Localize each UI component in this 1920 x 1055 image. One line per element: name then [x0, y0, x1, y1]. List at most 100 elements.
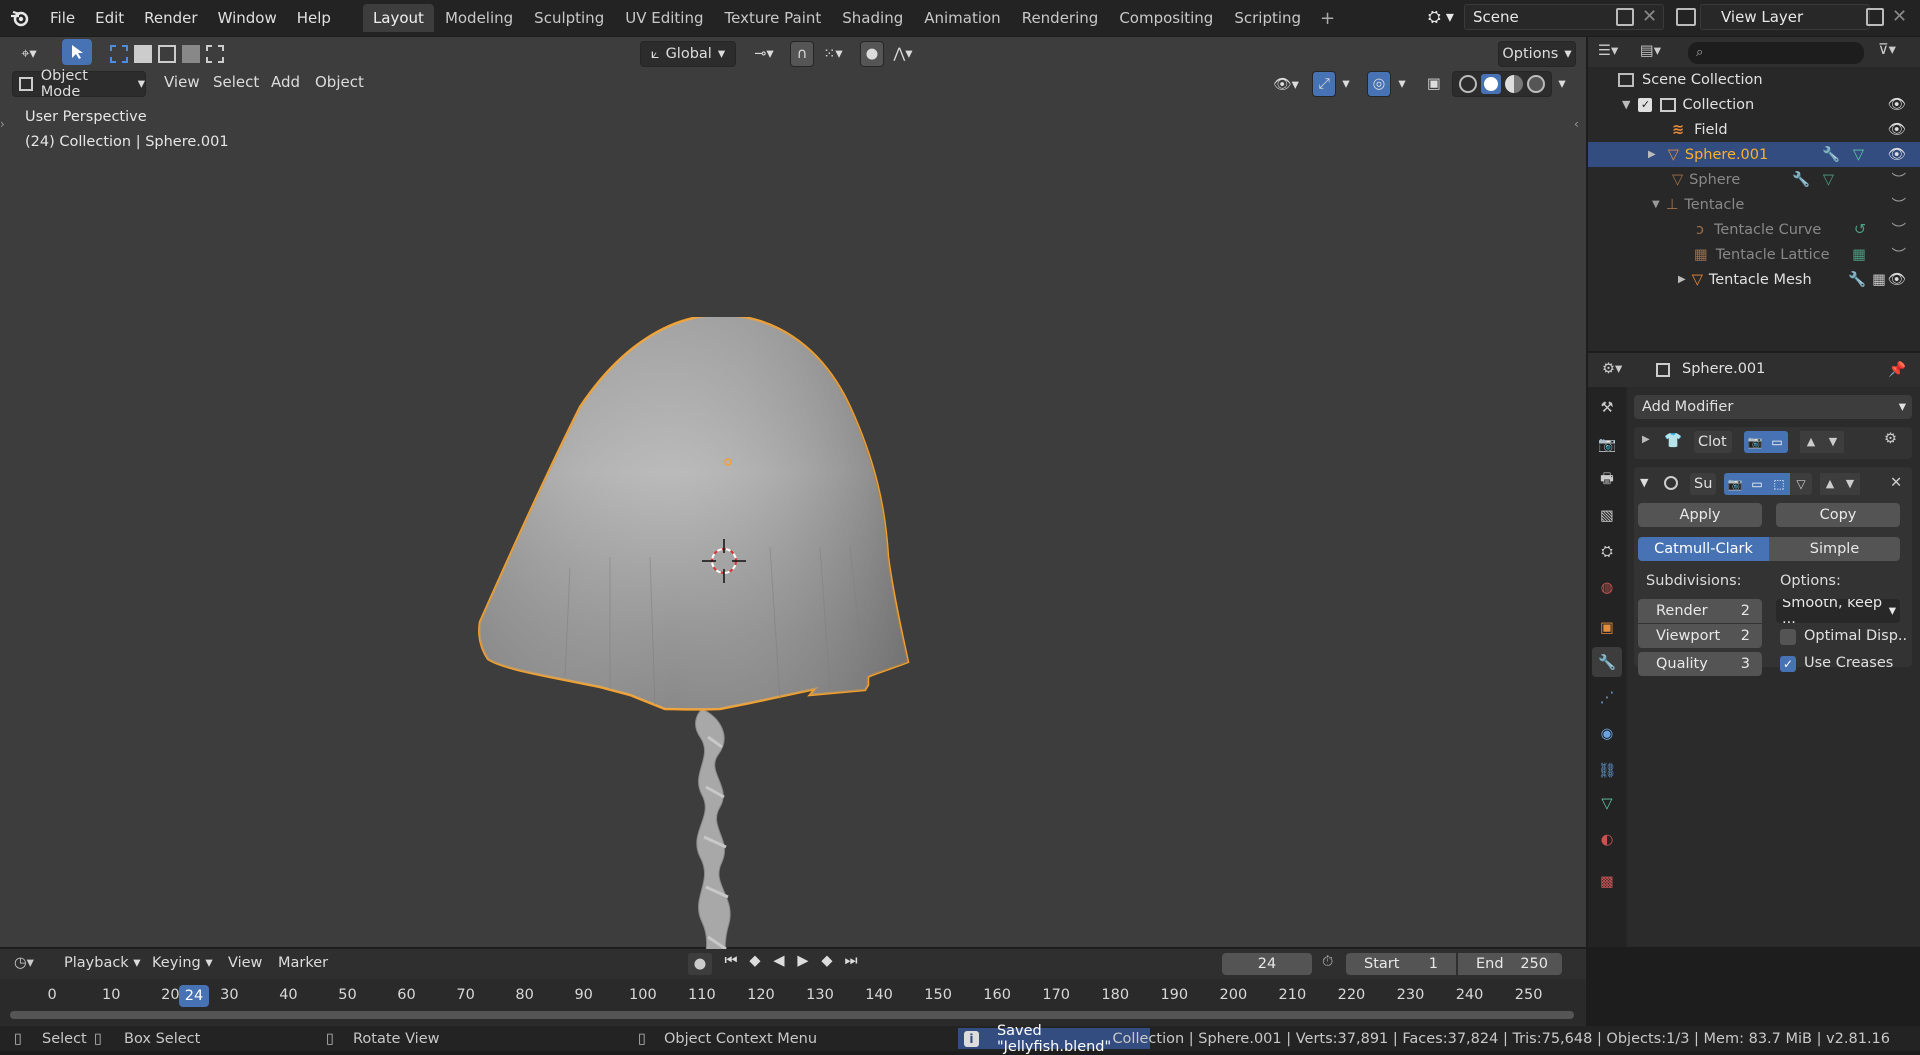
- expand-arrow-icon[interactable]: ▼: [1652, 199, 1660, 210]
- sidebar-expand-icon[interactable]: ‹: [1574, 117, 1579, 131]
- viewport-levels-field[interactable]: Viewport 2: [1638, 624, 1762, 648]
- filter-icon[interactable]: ⊽▾: [1878, 42, 1896, 58]
- move-up-icon[interactable]: ▲: [1800, 431, 1822, 453]
- eye-icon[interactable]: 👁: [1888, 121, 1906, 138]
- 3d-viewport[interactable]: ⌖▾ ⟀ Global ▾ ⊸▾ ∩ ⁙▾ ● ⋀▾ Options ▾ Object…: [0, 37, 1586, 997]
- tab-modeling[interactable]: Modeling: [435, 4, 523, 32]
- scene-field[interactable]: Scene: [1464, 4, 1664, 30]
- particles-tab-icon[interactable]: ⋰: [1592, 683, 1622, 713]
- viewport-toggle-icon[interactable]: ▭: [1746, 473, 1768, 495]
- next-keyframe-icon[interactable]: ◆: [816, 953, 838, 975]
- render-levels-field[interactable]: Render 2: [1638, 599, 1762, 623]
- view-layer-delete-icon[interactable]: ✕: [1892, 6, 1907, 27]
- pin-icon[interactable]: 📌: [1888, 361, 1906, 378]
- cloth-settings-icon[interactable]: ⚙: [1884, 431, 1897, 447]
- outliner-item-field[interactable]: ≋ Field 👁: [1588, 117, 1920, 142]
- options-dropdown[interactable]: Options ▾: [1498, 41, 1576, 67]
- proportional-edit-icon[interactable]: ●: [860, 41, 884, 67]
- outliner-item-tentacle[interactable]: ▼ ⊥ Tentacle ︶: [1588, 192, 1920, 217]
- tab-compositing[interactable]: Compositing: [1109, 4, 1223, 32]
- eye-closed-icon[interactable]: ︶: [1892, 169, 1907, 190]
- tab-shading[interactable]: Shading: [832, 4, 913, 32]
- preview-range-icon[interactable]: ⏱: [1322, 954, 1333, 970]
- current-frame-field[interactable]: 24: [1222, 953, 1312, 975]
- curve-data-icon[interactable]: ↺: [1854, 222, 1866, 238]
- eye-icon[interactable]: 👁: [1888, 96, 1906, 113]
- timeline-menu-keying[interactable]: Keying ▾: [152, 955, 213, 971]
- shading-dropdown-icon[interactable]: ▾: [1554, 71, 1570, 97]
- world-tab-icon[interactable]: ◍: [1592, 573, 1622, 603]
- remove-modifier-icon[interactable]: ✕: [1890, 475, 1902, 491]
- uv-smooth-dropdown[interactable]: Smooth, keep ... ▾: [1776, 599, 1900, 623]
- menu-file[interactable]: File: [40, 9, 85, 27]
- tool-tab-icon[interactable]: ⚒: [1592, 393, 1622, 423]
- jump-start-icon[interactable]: ⏮: [720, 953, 742, 975]
- apply-button[interactable]: Apply: [1638, 503, 1762, 527]
- outliner-item-tentacle-mesh[interactable]: ▶ ▽ Tentacle Mesh 🔧 ▦ 👁: [1588, 267, 1920, 292]
- move-down-icon[interactable]: ▼: [1822, 431, 1844, 453]
- checkbox-icon[interactable]: ✓: [1638, 97, 1653, 112]
- record-button[interactable]: ●: [688, 953, 712, 975]
- play-reverse-icon[interactable]: ◀: [768, 953, 790, 975]
- outliner-item-collection[interactable]: ▼ ✓ Collection 👁: [1588, 92, 1920, 117]
- modifier-wrench-icon[interactable]: 🔧: [1822, 146, 1840, 163]
- catmull-clark-option[interactable]: Catmull-Clark: [1638, 537, 1769, 561]
- editmode-toggle-icon[interactable]: ⬚: [1768, 473, 1790, 495]
- add-modifier-dropdown[interactable]: Add Modifier ▾: [1634, 395, 1912, 419]
- playhead[interactable]: 24: [179, 985, 209, 1007]
- modifier-tab-icon[interactable]: 🔧: [1592, 647, 1622, 677]
- selection-mode-icons[interactable]: [110, 41, 230, 67]
- outliner-item-sphere-001[interactable]: ▶ ▽ Sphere.001 🔧 ▽ 👁: [1588, 142, 1920, 167]
- eye-icon[interactable]: 👁: [1888, 146, 1906, 163]
- properties-editor-type-icon[interactable]: ⚙▾: [1602, 361, 1622, 377]
- blender-logo-icon[interactable]: [0, 0, 40, 36]
- simple-option[interactable]: Simple: [1769, 537, 1900, 561]
- pivot-icon[interactable]: ⊸▾: [744, 41, 784, 67]
- output-tab-icon[interactable]: 🖶: [1592, 465, 1622, 495]
- select-tool-icon[interactable]: [62, 39, 92, 65]
- vertex-groups-icon[interactable]: ▦: [1872, 272, 1886, 288]
- expand-arrow-icon[interactable]: ▶: [1642, 434, 1650, 445]
- expand-arrow-icon[interactable]: ▶: [1648, 149, 1656, 160]
- on-cage-toggle-icon[interactable]: ▽: [1790, 473, 1812, 495]
- eye-icon[interactable]: 👁: [1888, 271, 1906, 288]
- render-tab-icon[interactable]: 📷: [1592, 429, 1622, 459]
- prev-keyframe-icon[interactable]: ◆: [744, 953, 766, 975]
- object-tab-icon[interactable]: ▣: [1592, 613, 1622, 643]
- optimal-display-checkbox[interactable]: [1780, 629, 1796, 645]
- subsurf-modifier-name-field[interactable]: Su: [1690, 473, 1716, 495]
- tab-animation[interactable]: Animation: [914, 4, 1010, 32]
- quality-field[interactable]: Quality 3: [1638, 652, 1762, 676]
- jump-end-icon[interactable]: ⏭: [840, 953, 862, 975]
- mode-dropdown[interactable]: Object Mode ▾: [12, 68, 146, 100]
- overlays-toggle-icon[interactable]: ◎: [1367, 71, 1391, 97]
- use-creases-checkbox[interactable]: ✓: [1780, 656, 1796, 672]
- outliner-editor-type-icon[interactable]: ☰▾: [1598, 43, 1618, 59]
- move-up-icon[interactable]: ▲: [1820, 473, 1840, 495]
- gizmo-toggle-icon[interactable]: ⤢: [1312, 71, 1336, 97]
- tab-texture-paint[interactable]: Texture Paint: [714, 4, 831, 32]
- snap-toggle-icon[interactable]: ∩: [790, 41, 814, 67]
- tab-uv-editing[interactable]: UV Editing: [615, 4, 713, 32]
- timeline-menu-view[interactable]: View: [228, 955, 262, 971]
- tab-scripting[interactable]: Scripting: [1224, 4, 1311, 32]
- lattice-data-icon[interactable]: ▦: [1852, 247, 1866, 263]
- texture-tab-icon[interactable]: ▩: [1592, 867, 1622, 897]
- render-toggle-icon[interactable]: 📷: [1724, 473, 1746, 495]
- viewport-menu-view[interactable]: View: [164, 73, 200, 91]
- mesh-data-icon[interactable]: ▽: [1853, 147, 1864, 163]
- view-layer-field[interactable]: View Layer: [1700, 4, 1870, 30]
- outliner-scene-collection[interactable]: Scene Collection: [1588, 67, 1920, 92]
- copy-button[interactable]: Copy: [1776, 503, 1900, 527]
- data-tab-icon[interactable]: ▽: [1592, 789, 1622, 819]
- move-down-icon[interactable]: ▼: [1840, 473, 1860, 495]
- cloth-modifier-name-field[interactable]: Clot: [1694, 431, 1732, 453]
- jellyfish-model[interactable]: [470, 317, 970, 997]
- viewport-menu-select[interactable]: Select: [213, 73, 259, 91]
- view-layer-new-icon[interactable]: [1866, 8, 1884, 26]
- scene-tab-icon[interactable]: ⛭: [1592, 537, 1622, 567]
- timeline-editor-type-icon[interactable]: ◷▾: [14, 955, 34, 971]
- timeline-menu-playback[interactable]: Playback ▾: [64, 955, 141, 971]
- add-workspace-icon[interactable]: +: [1312, 8, 1343, 29]
- scene-delete-icon[interactable]: ✕: [1642, 6, 1657, 27]
